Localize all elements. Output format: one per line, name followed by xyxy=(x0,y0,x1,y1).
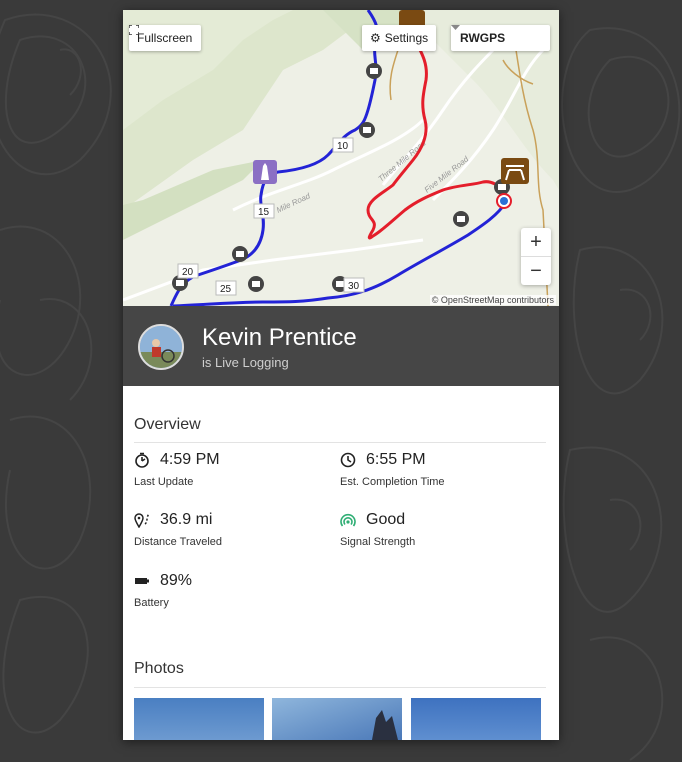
stopwatch-icon xyxy=(135,452,149,468)
completion-value: 6:55 PM xyxy=(366,451,426,468)
last-update-value: 4:59 PM xyxy=(160,451,220,468)
settings-button[interactable]: ⚙ Settings xyxy=(362,25,437,51)
rider-status: is Live Logging xyxy=(202,355,289,370)
mile-marker: 25 xyxy=(220,284,232,295)
monument-poi-icon xyxy=(253,160,277,184)
fullscreen-label: Fullscreen xyxy=(137,31,193,45)
map-attribution[interactable]: © OpenStreetMap contributors xyxy=(429,295,556,305)
stat-completion: 6:55 PM Est. Completion Time xyxy=(340,451,445,488)
avatar[interactable] xyxy=(138,324,184,370)
battery-label: Battery xyxy=(134,597,169,609)
picnic-poi-icon xyxy=(501,158,529,184)
camera-marker-icon xyxy=(232,246,248,262)
mile-marker: 30 xyxy=(348,281,360,292)
photos-heading: Photos xyxy=(134,660,184,677)
current-location-icon xyxy=(496,193,512,209)
clock-icon xyxy=(340,452,356,468)
zoom-in-button[interactable]: + xyxy=(521,228,551,256)
rider-name: Kevin Prentice xyxy=(202,324,357,351)
camera-marker-icon xyxy=(453,211,469,227)
fullscreen-button[interactable]: Fullscreen xyxy=(129,25,202,51)
map-layer-select[interactable]: RWGPS xyxy=(451,25,550,51)
map-canvas[interactable]: Mile Road Three Mile Road Five Mile Road… xyxy=(123,10,559,306)
route-pin-icon xyxy=(134,513,150,528)
camera-marker-icon xyxy=(248,276,264,292)
divider xyxy=(134,687,546,688)
overview-heading: Overview xyxy=(134,416,201,433)
gear-icon: ⚙ xyxy=(370,31,381,45)
signal-value: Good xyxy=(366,511,406,528)
completion-label: Est. Completion Time xyxy=(340,476,445,488)
stat-signal: Good Signal Strength xyxy=(340,511,415,548)
stat-distance: 36.9 mi Distance Traveled xyxy=(134,511,222,548)
rider-header: Kevin Prentice is Live Logging xyxy=(123,306,559,386)
route-map[interactable]: Mile Road Three Mile Road Five Mile Road… xyxy=(123,10,559,306)
chevron-down-icon xyxy=(451,25,460,30)
mile-marker: 20 xyxy=(182,267,194,278)
signal-icon xyxy=(340,513,356,527)
battery-icon xyxy=(135,578,149,584)
fullscreen-icon xyxy=(129,25,139,35)
divider xyxy=(134,442,546,443)
stat-battery: 89% Battery xyxy=(134,572,192,609)
photo-thumbnail[interactable] xyxy=(272,698,402,740)
distance-label: Distance Traveled xyxy=(134,536,223,548)
camera-marker-icon xyxy=(366,63,382,79)
last-update-label: Last Update xyxy=(134,476,194,488)
stat-last-update: 4:59 PM Last Update xyxy=(134,451,220,488)
zoom-out-button[interactable]: − xyxy=(521,257,551,285)
zoom-control: + − xyxy=(521,228,551,285)
photo-thumbnail[interactable] xyxy=(134,698,264,740)
mile-marker: 10 xyxy=(337,141,349,152)
camera-marker-icon xyxy=(359,122,375,138)
battery-value: 89% xyxy=(160,572,193,589)
distance-value: 36.9 mi xyxy=(160,511,213,528)
photo-thumbnail[interactable] xyxy=(411,698,541,740)
settings-label: Settings xyxy=(384,31,429,45)
map-layer-value: RWGPS xyxy=(460,31,506,45)
mile-marker: 15 xyxy=(258,207,270,218)
live-logging-card: Mile Road Three Mile Road Five Mile Road… xyxy=(123,10,559,740)
signal-label: Signal Strength xyxy=(340,536,416,548)
